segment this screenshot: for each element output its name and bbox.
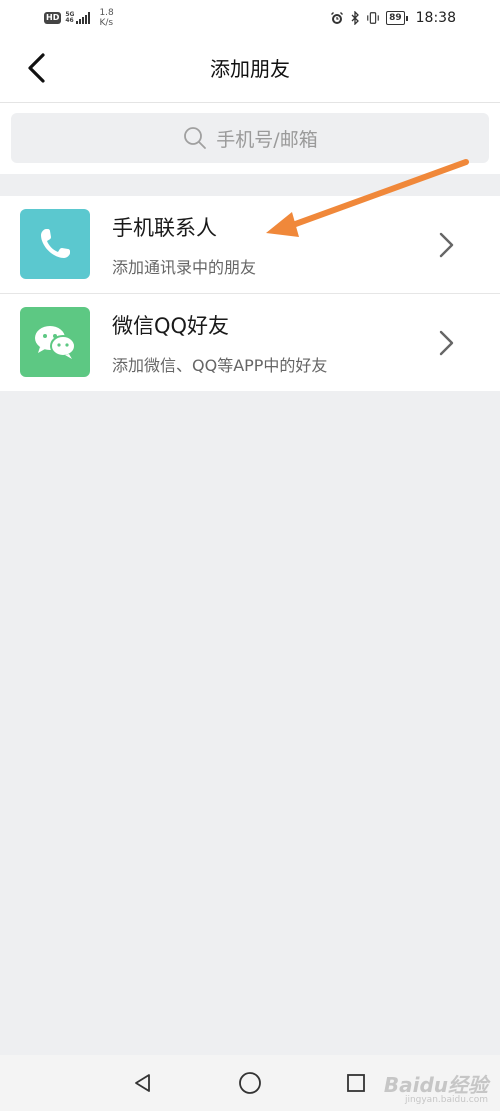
add-friend-options: 手机联系人 添加通讯录中的朋友 微信QQ好友 添加微信、QQ等APP中的好友 [0,196,500,391]
network-speed-value: 1.8 [99,8,114,18]
nav-home-button[interactable] [235,1068,265,1098]
status-left: HD 5G 46 1.8 K/s [44,8,114,28]
baidu-watermark: Baidu经验 jingyan.baidu.com [384,1075,488,1105]
chevron-right-icon [439,330,454,356]
search-placeholder: 手机号/邮箱 [216,128,318,151]
recents-square-icon [347,1074,365,1092]
page-title: 添加朋友 [210,57,290,81]
network-speed: 1.8 K/s [99,8,113,28]
clock: 18:38 [415,10,456,26]
wechat-icon [20,307,90,377]
status-right: 89 18:38 [326,8,456,28]
network-type-bottom: 46 [65,17,74,24]
chevron-right-icon [439,232,454,258]
nav-back-button[interactable] [128,1068,158,1098]
battery-icon: 89 [386,11,408,25]
header-bar: 添加朋友 [0,36,500,103]
vibrate-icon [366,11,380,25]
system-nav-bar: Baidu经验 jingyan.baidu.com [0,1055,500,1111]
battery-level: 89 [386,11,405,25]
alarm-icon [330,11,344,25]
network-type: 5G 46 [65,12,74,24]
list-item-phone-contacts[interactable]: 手机联系人 添加通讯录中的朋友 [0,196,500,293]
list-item-title: 手机联系人 [112,216,217,240]
list-item-subtitle: 添加通讯录中的朋友 [112,258,257,277]
bluetooth-icon [348,11,362,25]
signal-icon [76,12,91,24]
list-item-subtitle: 添加微信、QQ等APP中的好友 [112,356,328,375]
back-triangle-icon [135,1074,150,1092]
nav-recents-button[interactable] [341,1068,371,1098]
phone-icon [20,209,90,279]
list-item-wechat-qq-friends[interactable]: 微信QQ好友 添加微信、QQ等APP中的好友 [0,293,500,391]
watermark-brand: Baidu经验 [383,1073,488,1097]
list-item-title: 微信QQ好友 [112,314,230,338]
home-circle-icon [239,1072,261,1094]
search-section: 手机号/邮箱 [0,103,500,174]
search-input[interactable]: 手机号/邮箱 [11,113,489,163]
hd-badge: HD [44,12,62,24]
search-icon [184,127,207,149]
status-bar: HD 5G 46 1.8 K/s 89 18:38 [0,0,500,36]
network-speed-unit: K/s [99,18,114,28]
